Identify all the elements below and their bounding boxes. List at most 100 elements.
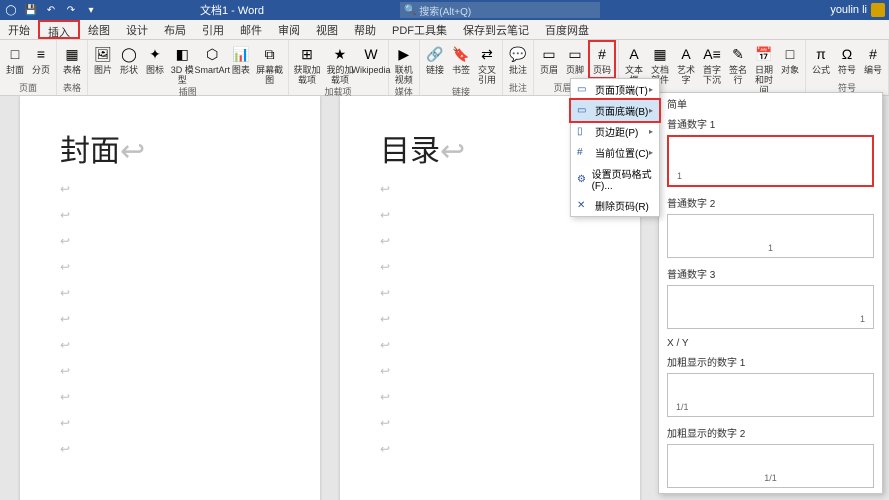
page-number-sample: 1/1 [764,473,777,483]
签名行-icon: ✎ [728,44,748,64]
gallery-option-title: 加粗显示的数字 2 [659,423,882,442]
page-number-sample: 1 [860,314,865,324]
tab-邮件[interactable]: 邮件 [232,20,270,39]
ribbon-表格[interactable]: ▦表格 [61,42,83,75]
书签-icon: 🔖 [451,44,471,64]
tab-绘图[interactable]: 绘图 [80,20,118,39]
menu-icon: ▯ [577,126,591,137]
图表-icon: 📊 [231,44,251,64]
ribbon-group-label: 页面 [4,81,52,95]
ribbon-图表[interactable]: 📊图表 [230,42,252,75]
ribbon-符号[interactable]: Ω符号 [836,42,858,75]
ribbon-交叉引用[interactable]: ⇄交叉引用 [476,42,498,85]
图标-icon: ✦ [145,44,165,64]
我的加载项-icon: ★ [330,44,350,64]
menu-item-页面顶端(T)[interactable]: ▭页面顶端(T)▸ [571,79,659,100]
ribbon-item-label: 符号 [838,65,856,75]
ribbon-编号[interactable]: #编号 [862,42,884,75]
ribbon-链接[interactable]: 🔗链接 [424,42,446,75]
menu-item-页面底端(B)[interactable]: ▭页面底端(B)▸ [569,98,661,123]
tab-帮助[interactable]: 帮助 [346,20,384,39]
tab-插入[interactable]: 插入 [38,20,80,39]
ribbon-联机视频[interactable]: ▶联机视频 [393,42,415,85]
联机视频-icon: ▶ [394,44,414,64]
gallery-option-普通数字 2[interactable]: 1 [667,214,874,258]
分页-icon: ≡ [31,44,51,64]
ribbon-我的加载项[interactable]: ★我的加载项 [325,42,354,85]
user-account[interactable]: youlin li [830,3,885,17]
ribbon-item-label: 链接 [426,65,444,75]
ribbon-item-label: 首字下沉 [701,65,723,85]
tab-引用[interactable]: 引用 [194,20,232,39]
ribbon-item-label: 页眉 [540,65,558,75]
ribbon-item-label: 编号 [864,65,882,75]
ribbon-书签[interactable]: 🔖书签 [450,42,472,75]
ribbon-group-媒体: ▶联机视频媒体 [389,40,420,95]
gallery-option-加粗显示的数字 2[interactable]: 1/1 [667,444,874,488]
ribbon-签名行[interactable]: ✎签名行 [727,42,749,85]
ribbon-图标[interactable]: ✦图标 [144,42,166,75]
ribbon-屏幕截图[interactable]: ⧉屏幕截图 [256,42,284,85]
menu-icon: ▭ [577,84,591,95]
ribbon-获取加载项[interactable]: ⊞获取加载项 [293,42,322,85]
gallery-option-加粗显示的数字 1[interactable]: 1/1 [667,373,874,417]
公式-icon: π [811,44,831,64]
tab-视图[interactable]: 视图 [308,20,346,39]
ribbon-3D 模型[interactable]: ◧3D 模型 [170,42,195,85]
page-1[interactable]: 封面↩ ↩ ↩ ↩ ↩ ↩ ↩ ↩ ↩ ↩ ↩ ↩ [20,96,320,500]
ribbon-item-label: 3D 模型 [170,65,195,85]
ribbon-形状[interactable]: ◯形状 [118,42,140,75]
tab-开始[interactable]: 开始 [0,20,38,39]
tab-审阅[interactable]: 审阅 [270,20,308,39]
ribbon-日期和时间[interactable]: 📅日期和时间 [753,42,775,95]
menu-label: 页边距(P) [595,124,638,139]
ribbon-页眉[interactable]: ▭页眉 [538,42,560,75]
ribbon-页码[interactable]: #页码 [588,40,616,79]
ribbon-item-label: 书签 [452,65,470,75]
qat-more-icon[interactable]: ▾ [84,3,98,17]
gallery-option-title: 加粗显示的数字 1 [659,352,882,371]
ribbon-艺术字[interactable]: A艺术字 [675,42,697,85]
ribbon-item-label: 图片 [94,65,112,75]
ribbon-公式[interactable]: π公式 [810,42,832,75]
tab-PDF工具集[interactable]: PDF工具集 [384,20,455,39]
menu-icon: ▭ [577,105,591,116]
menu-item-页边距(P)[interactable]: ▯页边距(P)▸ [571,121,659,142]
ribbon-Wikipedia[interactable]: WWikipedia [358,42,383,75]
ribbon-item-label: Wikipedia [351,65,390,75]
menu-icon: # [577,147,591,158]
ribbon-item-label: 页码 [593,65,611,75]
ribbon-图片[interactable]: 🖼图片 [92,42,114,75]
gallery-option-普通数字 1[interactable]: 1 [667,135,874,187]
ribbon-item-label: 获取加载项 [293,65,322,85]
ribbon-SmartArt[interactable]: ⬡SmartArt [199,42,226,75]
menu-item-设置页码格式(F)...[interactable]: ⚙设置页码格式(F)... [571,163,659,195]
save-icon[interactable]: 💾 [24,3,38,17]
menu-item-删除页码(R)[interactable]: ✕删除页码(R) [571,195,659,216]
search-box[interactable]: 🔍 搜索(Alt+Q) [400,2,600,18]
autosave-toggle[interactable]: ◯ [4,3,18,17]
tab-设计[interactable]: 设计 [118,20,156,39]
menu-item-当前位置(C)[interactable]: #当前位置(C)▸ [571,142,659,163]
menu-label: 页面底端(B) [595,103,648,118]
日期和时间-icon: 📅 [754,44,774,64]
ribbon-封面[interactable]: □封面 [4,42,26,75]
tab-保存到云笔记[interactable]: 保存到云笔记 [455,20,537,39]
page-title: 封面↩ [60,126,280,170]
undo-icon[interactable]: ↶ [44,3,58,17]
tab-布局[interactable]: 布局 [156,20,194,39]
文本框-icon: A [624,44,644,64]
ribbon-首字下沉[interactable]: A≡首字下沉 [701,42,723,85]
ribbon-分页[interactable]: ≡分页 [30,42,52,75]
3D 模型-icon: ◧ [172,44,192,64]
ribbon-item-label: 封面 [6,65,24,75]
ribbon-对象[interactable]: □对象 [779,42,801,75]
ribbon-页脚[interactable]: ▭页脚 [564,42,586,75]
submenu-arrow-icon: ▸ [649,85,653,94]
gallery-option-普通数字 3[interactable]: 1 [667,285,874,329]
page-number-menu: ▭页面顶端(T)▸▭页面底端(B)▸▯页边距(P)▸#当前位置(C)▸⚙设置页码… [570,78,660,217]
ribbon-批注[interactable]: 💬批注 [507,42,529,75]
页码-icon: # [592,44,612,64]
redo-icon[interactable]: ↷ [64,3,78,17]
tab-百度网盘[interactable]: 百度网盘 [537,20,597,39]
